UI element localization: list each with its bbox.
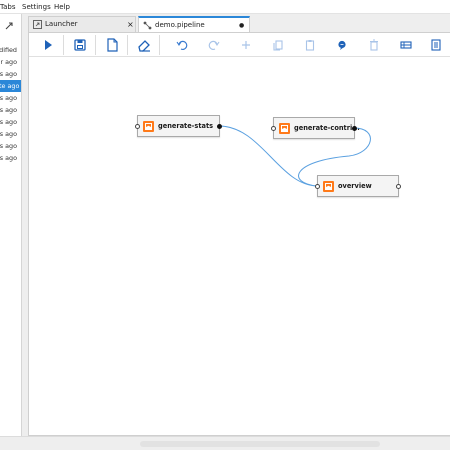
file-row[interactable]: dified [0,44,17,56]
copy-icon[interactable] [269,36,287,54]
file-row[interactable]: ur ago [0,56,17,68]
close-icon[interactable]: × [127,17,134,32]
file-row[interactable]: ns ago [0,152,17,164]
output-port[interactable] [217,124,222,129]
toolbar-divider [127,35,128,55]
file-row[interactable]: es ago [0,68,17,80]
menu-help[interactable]: Help [54,0,70,14]
pipeline-links [218,125,371,187]
tab-bar: Launcher × demo.pipeline ● [28,16,450,32]
git-icon[interactable] [4,16,14,30]
menu-settings[interactable]: Settings [22,0,51,14]
node-label: generate-stats [158,122,214,130]
node-generate-contri[interactable]: generate-contri... [271,117,360,139]
tab-launcher[interactable]: Launcher × [28,16,136,32]
tab-demo-pipeline-label: demo.pipeline [155,21,205,29]
undo-icon[interactable] [173,36,191,54]
output-port[interactable] [396,184,401,189]
toolbar-divider [159,35,160,55]
tab-demo-pipeline[interactable]: demo.pipeline ● [138,16,250,32]
toolbar-divider [95,35,96,55]
delete-icon[interactable] [365,36,383,54]
main-dock: Launcher × demo.pipeline ● generate-stat… [22,14,450,436]
tab-launcher-label: Launcher [45,20,78,28]
input-port[interactable] [135,124,140,129]
status-bar [0,436,450,450]
pipeline-editor: generate-stats generate-contri... overvi… [28,32,450,436]
input-port[interactable] [315,184,320,189]
pipeline-icon [143,21,152,30]
save-icon[interactable] [71,36,89,54]
run-icon[interactable] [39,36,57,54]
node-label: overview [338,182,372,190]
input-port[interactable] [271,126,276,131]
paste-icon[interactable] [301,36,319,54]
menubar: Tabs Settings Help [0,0,450,14]
redo-icon[interactable] [205,36,223,54]
clear-icon[interactable] [103,36,121,54]
notebook-icon [279,123,290,134]
launcher-icon [33,20,42,29]
menu-tabs[interactable]: Tabs [0,0,16,14]
file-row[interactable]: ns ago [0,92,17,104]
toolbar-divider [63,35,64,55]
file-row[interactable]: ns ago [0,140,17,152]
arrange-icon[interactable] [397,36,415,54]
unsaved-dot-icon[interactable]: ● [239,18,244,33]
pipeline-canvas[interactable]: generate-stats generate-contri... overvi… [29,57,450,435]
node-generate-stats[interactable]: generate-stats [135,115,222,137]
add-icon[interactable] [237,36,255,54]
file-browser-panel: dified ur ago es ago te ago ns ago ns ag… [0,14,22,436]
file-row[interactable]: ns ago [0,128,17,140]
file-row[interactable]: ns ago [0,104,17,116]
properties-icon[interactable] [427,36,445,54]
horizontal-scrollbar[interactable] [140,441,380,447]
file-row-selected[interactable]: te ago [0,80,21,92]
node-overview[interactable]: overview [315,175,401,197]
comment-icon[interactable] [333,36,351,54]
pipeline-toolbar [29,33,450,57]
output-port[interactable] [352,126,357,131]
eraser-icon[interactable] [135,36,153,54]
notebook-icon [323,181,334,192]
node-label: generate-contri... [294,124,360,132]
file-row[interactable]: ns ago [0,116,17,128]
notebook-icon [143,121,154,132]
